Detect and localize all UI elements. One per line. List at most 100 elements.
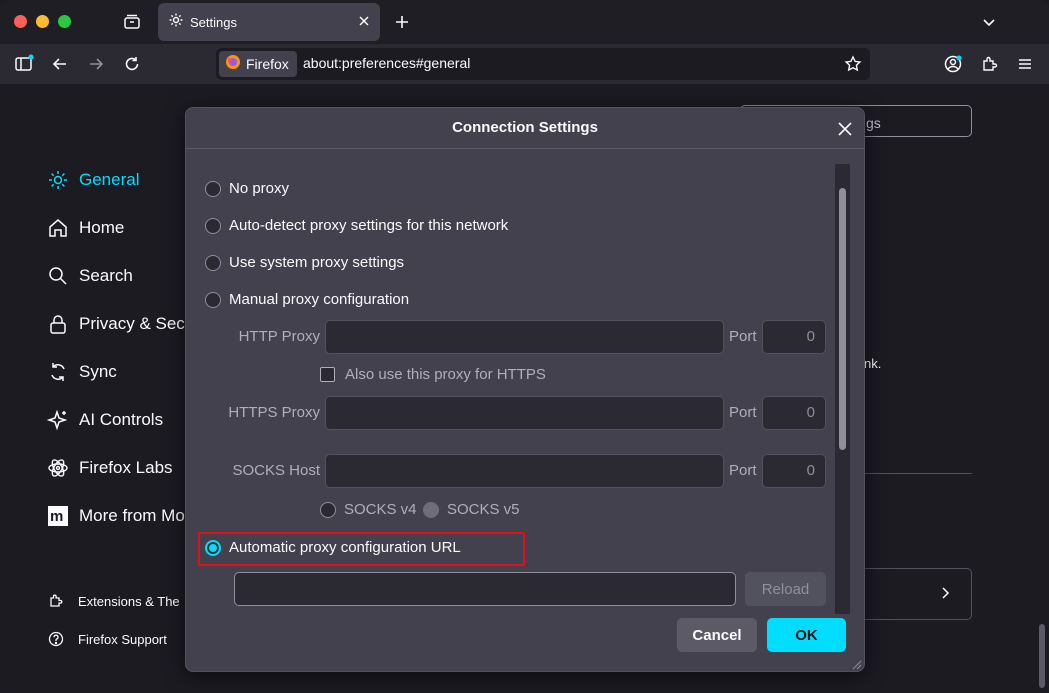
- socks-port-label: Port: [729, 462, 757, 479]
- sidebar-item-label: Firefox Labs: [79, 458, 173, 477]
- sidebar-item-privacy[interactable]: Privacy & Secu: [46, 312, 194, 336]
- radio-system-proxy[interactable]: Use system proxy settings: [205, 254, 404, 271]
- http-port-label: Port: [729, 328, 757, 345]
- radio-auto-config-url[interactable]: Automatic proxy configuration URL: [205, 539, 461, 556]
- back-icon[interactable]: [46, 50, 74, 78]
- background-card[interactable]: [862, 568, 972, 620]
- also-https-checkbox-row[interactable]: Also use this proxy for HTTPS: [320, 366, 546, 383]
- zoom-window-button[interactable]: [58, 15, 71, 28]
- sidebar-toggle-icon[interactable]: [10, 50, 38, 78]
- sidebar-item-label: General: [79, 170, 140, 189]
- socks-port-input[interactable]: 0: [762, 454, 826, 488]
- radio-manual-proxy[interactable]: Manual proxy configuration: [205, 291, 409, 308]
- sidebar-item-support[interactable]: Firefox Support: [46, 631, 167, 647]
- https-proxy-input[interactable]: [325, 396, 724, 430]
- radio-auto-detect[interactable]: Auto-detect proxy settings for this netw…: [205, 217, 508, 234]
- auto-config-url-input[interactable]: [234, 572, 736, 606]
- identity-label: Firefox: [246, 56, 289, 72]
- mozilla-m-icon: m: [46, 504, 70, 528]
- http-port-input[interactable]: 0: [762, 320, 826, 354]
- sidebar-item-ai-controls[interactable]: AI Controls: [46, 408, 163, 432]
- close-tab-icon[interactable]: [358, 14, 370, 31]
- bookmark-star-icon[interactable]: [844, 55, 862, 77]
- close-window-button[interactable]: [14, 15, 27, 28]
- sidebar-item-label: Extensions & The: [78, 593, 180, 609]
- extensions-icon[interactable]: [976, 50, 1004, 78]
- chevron-right-icon: [940, 585, 952, 605]
- http-proxy-input[interactable]: [325, 320, 724, 354]
- socks-v5-radio-row[interactable]: SOCKS v5: [423, 501, 520, 518]
- also-https-checkbox[interactable]: [320, 367, 335, 382]
- minimize-window-button[interactable]: [36, 15, 49, 28]
- svg-text:m: m: [50, 508, 63, 525]
- menu-icon[interactable]: [1011, 50, 1039, 78]
- gear-icon: [168, 12, 184, 32]
- url-bar[interactable]: Firefox about:preferences#general: [216, 48, 870, 80]
- socks-host-label: SOCKS Host: [232, 462, 320, 479]
- sidebar-item-sync[interactable]: Sync: [46, 360, 117, 384]
- sidebar-item-extensions[interactable]: Extensions & The: [46, 593, 180, 609]
- url-text[interactable]: about:preferences#general: [303, 55, 470, 71]
- sidebar-item-label: Privacy & Secu: [79, 314, 195, 333]
- radio-label: Automatic proxy configuration URL: [229, 539, 461, 556]
- sidebar-item-search[interactable]: Search: [46, 264, 133, 288]
- radio-button[interactable]: [205, 539, 221, 556]
- account-icon[interactable]: [939, 50, 967, 78]
- radio-no-proxy[interactable]: No proxy: [205, 180, 289, 197]
- sidebar-item-firefox-labs[interactable]: Firefox Labs: [46, 456, 173, 480]
- sidebar-item-label: Search: [79, 266, 133, 285]
- help-icon: [46, 631, 66, 647]
- dialog-title: Connection Settings: [452, 119, 598, 136]
- tab-settings[interactable]: Settings: [158, 3, 380, 41]
- sidebar-item-more-from-mozilla[interactable]: m More from Moz: [46, 504, 193, 528]
- home-icon: [46, 216, 70, 240]
- radio-button[interactable]: [205, 180, 221, 197]
- sidebar-item-label: AI Controls: [79, 410, 164, 429]
- reload-button[interactable]: Reload: [745, 572, 826, 606]
- tab-overview-icon[interactable]: [118, 8, 146, 36]
- radio-label: Manual proxy configuration: [229, 291, 410, 308]
- radio-button[interactable]: [423, 501, 439, 518]
- sparkle-icon: [46, 408, 70, 432]
- radio-button[interactable]: [205, 291, 221, 308]
- forward-icon[interactable]: [82, 50, 110, 78]
- socks-v4-radio-row[interactable]: SOCKS v4: [320, 501, 417, 518]
- close-icon[interactable]: [834, 118, 856, 140]
- chevron-down-icon[interactable]: [975, 8, 1003, 36]
- cancel-button[interactable]: Cancel: [677, 618, 757, 652]
- https-port-input[interactable]: 0: [762, 396, 826, 430]
- resize-grip-icon[interactable]: [850, 657, 862, 670]
- page-scrollbar[interactable]: [1039, 624, 1045, 688]
- browser-window: Settings Firefox about:preferences#gener…: [0, 0, 1049, 693]
- http-proxy-label: HTTP Proxy: [238, 328, 320, 345]
- radio-label: SOCKS v4: [344, 501, 417, 518]
- reload-icon[interactable]: [118, 50, 146, 78]
- radio-button[interactable]: [205, 217, 221, 234]
- sidebar-item-general[interactable]: General: [46, 168, 139, 192]
- radio-button[interactable]: [320, 501, 336, 518]
- radio-label: Auto-detect proxy settings for this netw…: [229, 217, 509, 234]
- divider: [862, 473, 972, 474]
- background-text-fragment: nk.: [864, 356, 882, 371]
- gear-icon: [46, 168, 70, 192]
- sidebar-item-label: Home: [79, 218, 125, 237]
- identity-box[interactable]: Firefox: [219, 51, 297, 77]
- sync-icon: [46, 360, 70, 384]
- tab-title: Settings: [190, 14, 237, 30]
- connection-settings-dialog: Connection Settings No proxy Auto-detect…: [185, 107, 865, 672]
- radio-button[interactable]: [205, 254, 221, 271]
- dialog-scrollbar-thumb[interactable]: [839, 188, 846, 450]
- nav-toolbar: Firefox about:preferences#general: [0, 44, 1049, 84]
- tab-strip: Settings: [0, 0, 1049, 44]
- sidebar-item-home[interactable]: Home: [46, 216, 124, 240]
- socks-host-input[interactable]: [325, 454, 724, 488]
- https-proxy-label: HTTPS Proxy: [228, 404, 320, 421]
- radio-label: SOCKS v5: [447, 501, 520, 518]
- https-port-label: Port: [729, 404, 757, 421]
- firefox-logo-icon: [225, 54, 241, 74]
- find-placeholder-fragment: gs: [866, 115, 881, 131]
- sidebar-item-label: Firefox Support: [78, 631, 167, 647]
- ok-button[interactable]: OK: [767, 618, 846, 652]
- lock-icon: [46, 312, 70, 336]
- new-tab-icon[interactable]: [388, 8, 416, 36]
